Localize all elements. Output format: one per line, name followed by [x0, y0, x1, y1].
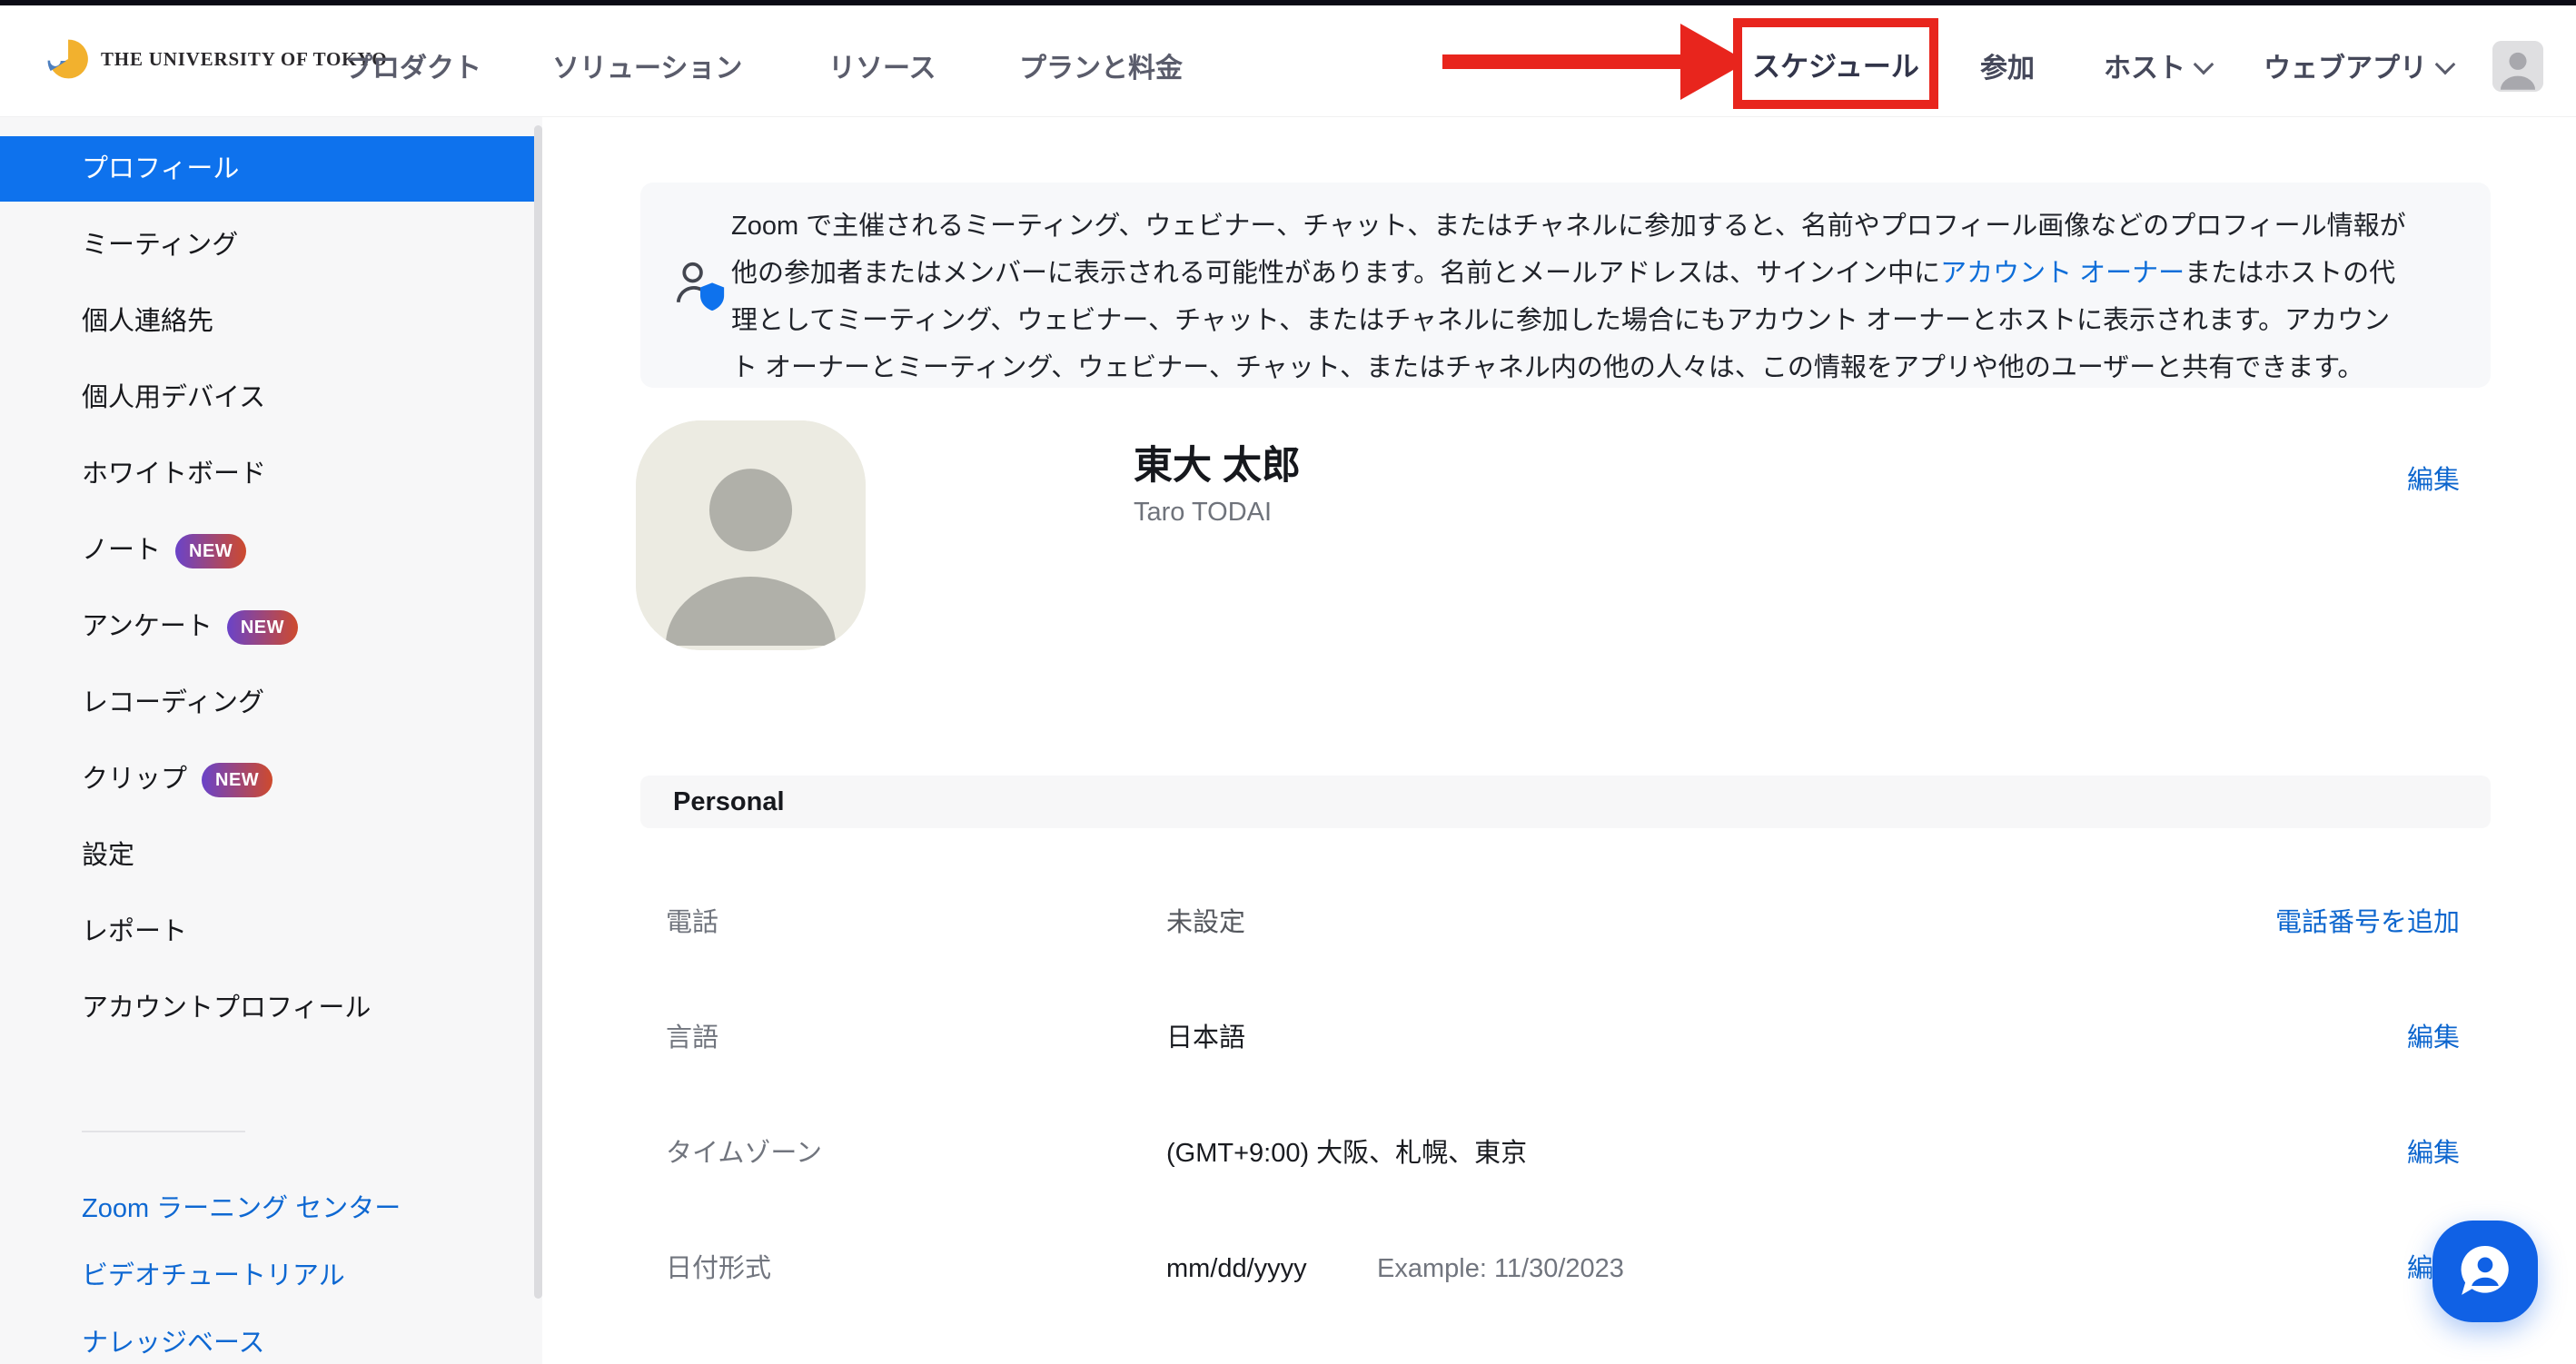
personal-section-title: Personal	[640, 776, 2491, 828]
person-placeholder-icon	[2492, 41, 2543, 92]
field-label: 言語	[666, 1012, 718, 1064]
sidebar-item[interactable]: アンケートNEW	[0, 594, 542, 659]
privacy-notice: Zoom で主催されるミーティング、ウェビナー、チャット、またはチャネルに参加す…	[640, 183, 2491, 388]
sidebar-divider	[82, 1131, 245, 1132]
new-badge: NEW	[227, 610, 298, 645]
profile-field-row: 電話 未設定 電話番号を追加	[640, 896, 2491, 949]
sidebar-item[interactable]: アカウントプロフィール	[0, 975, 542, 1041]
field-value: (GMT+9:00) 大阪、札幌、東京	[1166, 1127, 1527, 1180]
sidebar-item[interactable]: プロフィール	[0, 136, 542, 202]
profile-latin-name: Taro TODAI	[1134, 498, 1272, 528]
person-placeholder-icon	[636, 420, 866, 650]
profile-avatar[interactable]	[636, 420, 866, 650]
sidebar: プロフィール ミーティング 個人連絡先 個人用デバイス ホワイトボード ノートN…	[0, 116, 542, 1364]
sidebar-item[interactable]: レポート	[0, 899, 542, 964]
profile-field-row: タイムゾーン (GMT+9:00) 大阪、札幌、東京 編集	[640, 1127, 2491, 1180]
chevron-down-icon	[2435, 54, 2456, 75]
sidebar-item[interactable]: 個人用デバイス	[0, 365, 542, 430]
account-owner-link[interactable]: アカウント オーナー	[1940, 259, 2185, 288]
sidebar-item[interactable]: ミーティング	[0, 213, 542, 278]
sidebar-link-knowledge-base[interactable]: ナレッジベース	[82, 1327, 265, 1359]
sidebar-item[interactable]: ノートNEW	[0, 518, 542, 583]
sidebar-item[interactable]: 設定	[0, 823, 542, 888]
nav-item-plans[interactable]: プランと料金	[1019, 51, 1183, 87]
field-action-link[interactable]: 編集	[2407, 1023, 2460, 1053]
field-value: mm/dd/yyyy	[1166, 1242, 1307, 1295]
header-avatar[interactable]	[2492, 41, 2543, 92]
support-chat-button[interactable]	[2432, 1221, 2538, 1322]
profile-name: 東大 太郎	[1134, 434, 1301, 490]
nav-item-webapp[interactable]: ウェブアプリ	[2264, 51, 2452, 87]
field-label: 日付形式	[666, 1242, 771, 1295]
field-value: 未設定	[1166, 896, 1245, 949]
personal-rows: 電話 未設定 電話番号を追加 言語 日本語 編集 タイムゾーン (GMT+9:0…	[640, 896, 2491, 1358]
chat-person-icon	[2455, 1241, 2515, 1301]
field-label: 電話	[666, 896, 718, 949]
annotation-highlight-box[interactable]: スケジュール	[1733, 18, 1938, 109]
profile-field-row: 日付形式 mm/dd/yyyy Example: 11/30/2023 編集	[640, 1242, 2491, 1295]
sidebar-link-video-tutorials[interactable]: ビデオチュートリアル	[82, 1260, 345, 1292]
new-badge: NEW	[175, 534, 246, 568]
field-example: Example: 11/30/2023	[1377, 1242, 1624, 1295]
privacy-person-shield-icon	[675, 259, 726, 315]
profile-edit-button[interactable]: 編集	[2407, 459, 2460, 497]
annotation-arrow-icon	[1442, 16, 1751, 107]
utokyo-ginkgo-icon	[46, 38, 88, 80]
field-action-link[interactable]: 電話番号を追加	[2275, 908, 2460, 937]
sidebar-menu: プロフィール ミーティング 個人連絡先 個人用デバイス ホワイトボード ノートN…	[0, 136, 542, 1052]
field-value: 日本語	[1166, 1012, 1245, 1064]
personal-section-header: Personal	[640, 776, 2491, 828]
sidebar-link-learning-center[interactable]: Zoom ラーニング センター	[82, 1192, 401, 1225]
nav-item-solutions[interactable]: ソリューション	[552, 51, 742, 87]
new-badge: NEW	[202, 763, 272, 797]
sidebar-item[interactable]: 個人連絡先	[0, 289, 542, 354]
privacy-notice-text: Zoom で主催されるミーティング、ウェビナー、チャット、またはチャネルに参加す…	[731, 203, 2407, 391]
nav-item-products[interactable]: プロダクト	[345, 51, 481, 87]
zoom-web-portal-page: THE UNIVERSITY OF TOKYO プロダクト ソリューション リソ…	[0, 0, 2576, 1364]
sidebar-scrollbar[interactable]	[534, 125, 542, 1299]
field-action-link[interactable]: 編集	[2407, 1139, 2460, 1168]
profile-field-row: 言語 日本語 編集	[640, 1012, 2491, 1064]
sidebar-item[interactable]: レコーディング	[0, 670, 542, 736]
sidebar-item[interactable]: クリップNEW	[0, 746, 542, 812]
nav-item-join[interactable]: 参加	[1980, 51, 2035, 87]
nav-item-resources[interactable]: リソース	[828, 51, 936, 87]
university-logo[interactable]: THE UNIVERSITY OF TOKYO	[46, 38, 387, 80]
field-label: タイムゾーン	[666, 1127, 822, 1180]
nav-item-schedule: スケジュール	[1752, 44, 1919, 84]
nav-item-host[interactable]: ホスト	[2104, 51, 2211, 87]
sidebar-item[interactable]: ホワイトボード	[0, 441, 542, 507]
chevron-down-icon	[2194, 54, 2214, 75]
header: THE UNIVERSITY OF TOKYO プロダクト ソリューション リソ…	[0, 5, 2576, 117]
